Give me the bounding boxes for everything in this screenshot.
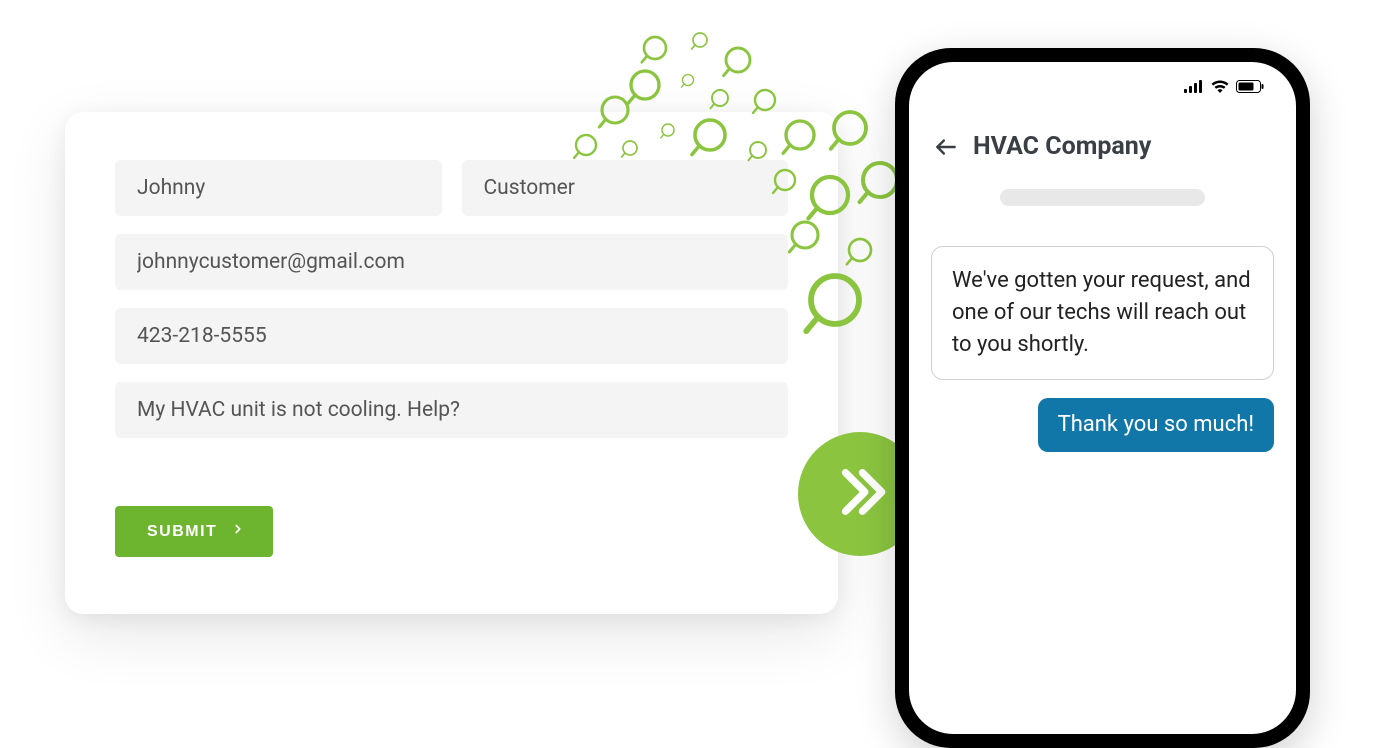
contact-form-card: SUBMIT xyxy=(65,112,838,614)
chevron-right-icon xyxy=(231,522,245,541)
message-input[interactable] xyxy=(115,382,788,438)
back-arrow-icon[interactable] xyxy=(933,134,959,160)
phone-input[interactable] xyxy=(115,308,788,364)
phone-screen: HVAC Company We've gotten your request, … xyxy=(909,62,1296,734)
double-chevron-right-icon xyxy=(831,463,889,525)
status-bar xyxy=(1184,80,1264,93)
first-name-input[interactable] xyxy=(115,160,442,216)
email-input[interactable] xyxy=(115,234,788,290)
submit-button[interactable]: SUBMIT xyxy=(115,506,273,557)
last-name-input[interactable] xyxy=(462,160,789,216)
chat-title: HVAC Company xyxy=(973,132,1151,161)
date-placeholder xyxy=(1000,189,1205,206)
chat-header: HVAC Company xyxy=(931,132,1274,161)
battery-icon xyxy=(1236,80,1264,93)
incoming-message: We've gotten your request, and one of ou… xyxy=(931,246,1274,380)
wifi-icon xyxy=(1211,80,1229,93)
cellular-signal-icon xyxy=(1184,80,1204,93)
phone-mockup: HVAC Company We've gotten your request, … xyxy=(895,48,1310,748)
submit-button-label: SUBMIT xyxy=(147,523,217,541)
outgoing-message: Thank you so much! xyxy=(1038,398,1274,453)
